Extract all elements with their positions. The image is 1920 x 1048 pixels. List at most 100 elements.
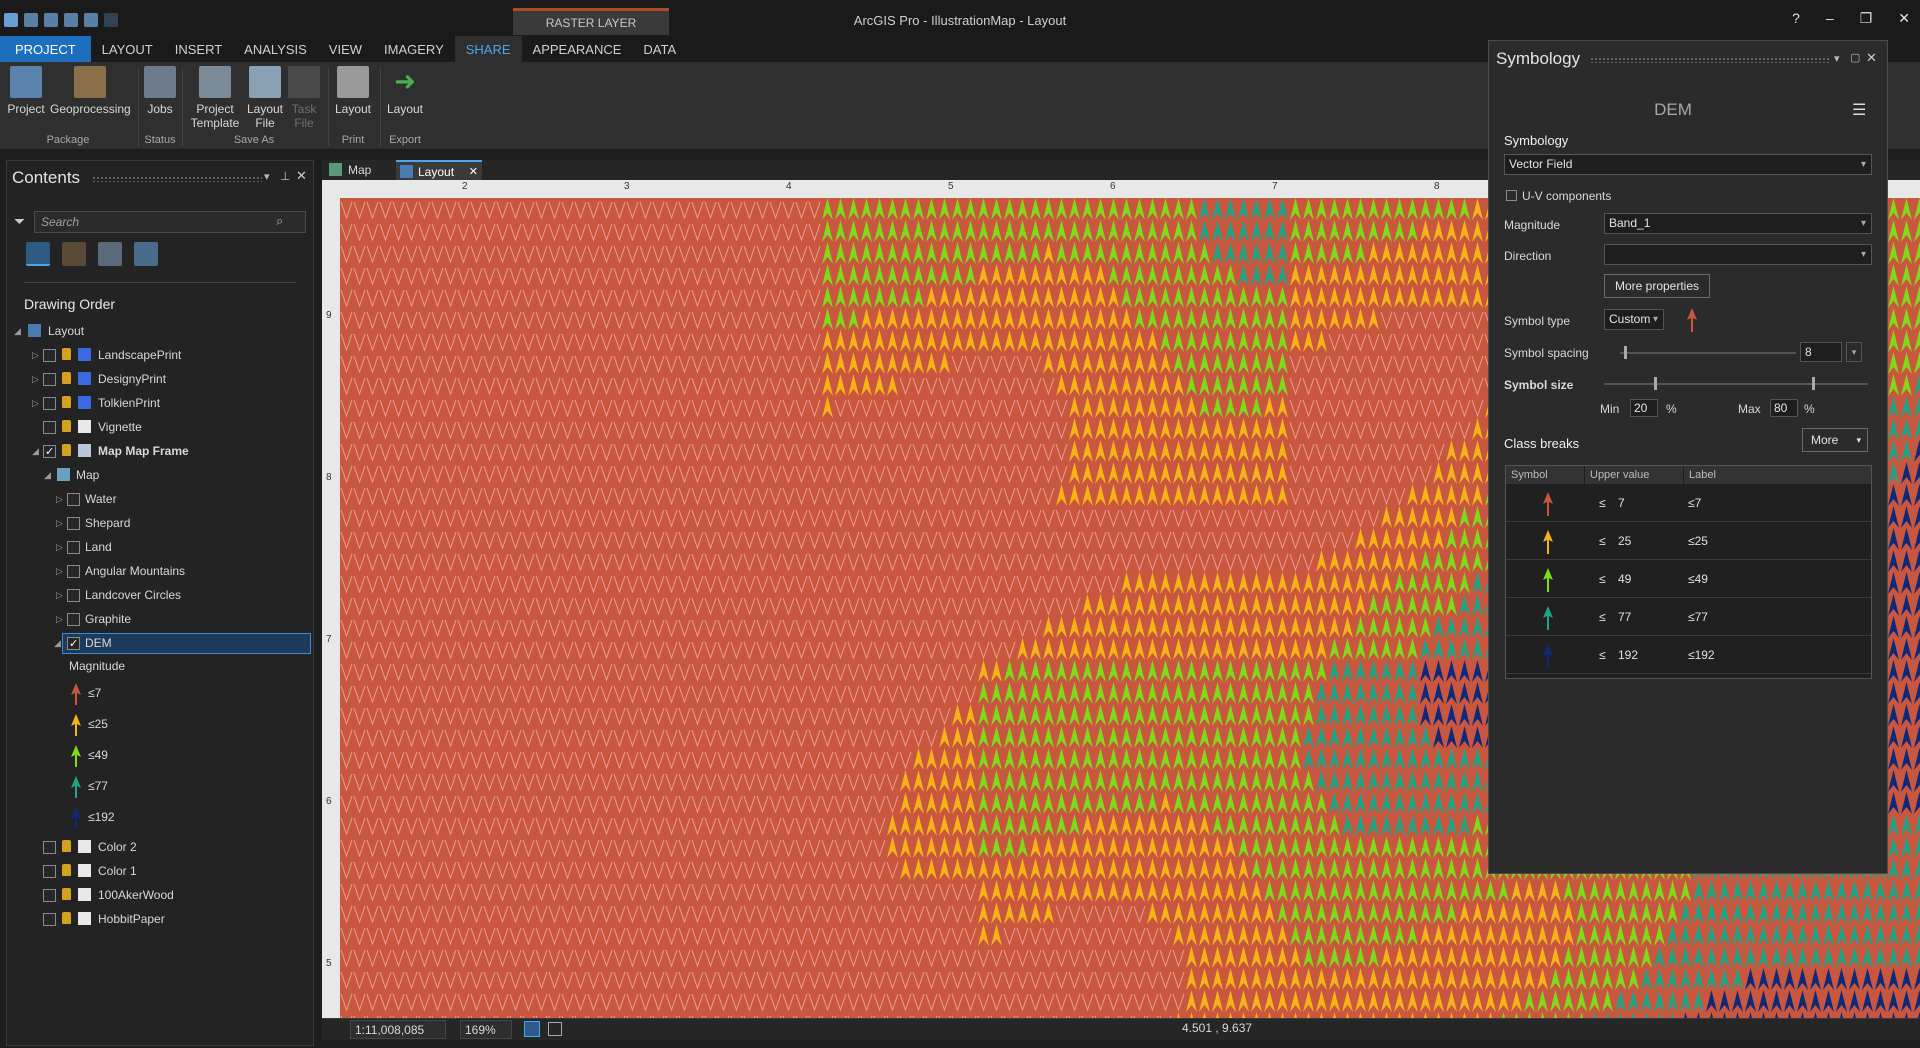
- max-size-thumb[interactable]: [1812, 377, 1815, 390]
- visibility-checkbox[interactable]: [67, 541, 80, 554]
- lock-icon[interactable]: [62, 372, 71, 384]
- magnitude-dropdown[interactable]: Band_1: [1604, 213, 1872, 234]
- tree-item[interactable]: ▷ DesignyPrint: [0, 369, 300, 389]
- table-row[interactable]: ≤ 7 ≤7: [1506, 485, 1871, 522]
- table-row[interactable]: ≤ 77 ≤77: [1506, 599, 1871, 636]
- symbol-preview-arrow-icon[interactable]: [1686, 308, 1698, 332]
- save-project-icon[interactable]: [64, 13, 78, 27]
- list-by-drawing-order-icon[interactable]: [26, 242, 50, 266]
- lock-icon[interactable]: [62, 444, 71, 456]
- tree-item[interactable]: Vignette: [0, 417, 300, 437]
- tree-item[interactable]: ▷ TolkienPrint: [0, 393, 300, 413]
- lock-icon[interactable]: [62, 396, 71, 408]
- grid-icon[interactable]: [548, 1022, 562, 1036]
- close-icon[interactable]: ✕: [1898, 10, 1910, 27]
- lock-icon[interactable]: [62, 888, 71, 900]
- tree-item[interactable]: Color 2: [0, 837, 300, 857]
- symbol-spacing-slider[interactable]: [1620, 352, 1796, 354]
- visibility-checkbox[interactable]: [43, 373, 56, 386]
- lock-icon[interactable]: [62, 420, 71, 432]
- tab-layout-view[interactable]: Layout ✕: [396, 160, 482, 180]
- jobs-button[interactable]: Jobs: [142, 66, 178, 116]
- snapping-icon[interactable]: [524, 1021, 540, 1037]
- visibility-checkbox[interactable]: [43, 889, 56, 902]
- close-pane-icon[interactable]: ✕: [296, 168, 307, 184]
- more-properties-button[interactable]: More properties: [1604, 274, 1710, 298]
- spinner-icon[interactable]: ▾: [1846, 342, 1862, 362]
- tree-item[interactable]: ▷ Graphite: [0, 609, 300, 629]
- slider-thumb[interactable]: [1623, 346, 1627, 359]
- tree-item[interactable]: ▷ LandscapePrint: [0, 345, 300, 365]
- min-size-input[interactable]: 20: [1630, 399, 1658, 417]
- maximize-pane-icon[interactable]: ▢: [1850, 51, 1860, 64]
- tab-layout[interactable]: LAYOUT: [91, 36, 164, 62]
- scale-input[interactable]: 1:11,008,085: [350, 1020, 446, 1039]
- package-geoprocessing-button[interactable]: Geoprocessing: [50, 66, 131, 116]
- visibility-checkbox[interactable]: [43, 442, 56, 462]
- arrow-symbol-icon[interactable]: [1542, 492, 1554, 516]
- new-project-icon[interactable]: [24, 13, 38, 27]
- task-file-button[interactable]: Task File: [286, 66, 322, 130]
- visibility-checkbox[interactable]: [67, 613, 80, 626]
- undo-icon[interactable]: [84, 13, 98, 27]
- lock-icon[interactable]: [62, 840, 71, 852]
- column-header[interactable]: Upper value: [1585, 466, 1683, 484]
- tree-item[interactable]: ▷ Landcover Circles: [0, 585, 300, 605]
- search-icon[interactable]: ⌕: [276, 213, 283, 229]
- tree-item[interactable]: ▷ Shepard: [0, 513, 300, 533]
- more-button[interactable]: More ▾: [1802, 428, 1868, 452]
- arrow-symbol-icon[interactable]: [1542, 644, 1554, 668]
- list-by-selection-icon[interactable]: [98, 242, 122, 266]
- open-project-icon[interactable]: [44, 13, 58, 27]
- table-row[interactable]: ≤ 192 ≤192: [1506, 637, 1871, 674]
- pane-options-icon[interactable]: ▾: [1834, 52, 1840, 65]
- renderer-dropdown[interactable]: Vector Field: [1504, 154, 1872, 175]
- visibility-checkbox[interactable]: [43, 397, 56, 410]
- min-size-thumb[interactable]: [1654, 377, 1657, 390]
- list-by-source-icon[interactable]: [62, 242, 86, 266]
- symbol-spacing-input[interactable]: 8: [1800, 342, 1842, 362]
- tree-item[interactable]: HobbitPaper: [0, 909, 300, 929]
- lock-icon[interactable]: [62, 912, 71, 924]
- close-tab-icon[interactable]: ✕: [469, 162, 478, 182]
- uv-components-checkbox[interactable]: [1506, 190, 1517, 201]
- visibility-checkbox[interactable]: [67, 634, 80, 654]
- layout-file-button[interactable]: Layout File: [244, 66, 286, 130]
- visibility-checkbox[interactable]: [43, 349, 56, 362]
- help-icon[interactable]: ?: [1792, 10, 1800, 27]
- tree-item[interactable]: ▷ Water: [0, 489, 300, 509]
- list-by-editing-icon[interactable]: [134, 242, 158, 266]
- column-header[interactable]: Symbol: [1506, 466, 1584, 484]
- tab-imagery[interactable]: IMAGERY: [373, 36, 455, 62]
- tab-project[interactable]: PROJECT: [0, 36, 91, 62]
- visibility-checkbox[interactable]: [43, 913, 56, 926]
- menu-icon[interactable]: ☰: [1852, 100, 1866, 120]
- arrow-symbol-icon[interactable]: [1542, 606, 1554, 630]
- pane-grip[interactable]: [92, 176, 262, 182]
- tab-insert[interactable]: INSERT: [164, 36, 233, 62]
- lock-icon[interactable]: [62, 864, 71, 876]
- tab-data[interactable]: DATA: [632, 36, 687, 62]
- tab-map-view[interactable]: Map: [326, 160, 396, 180]
- visibility-checkbox[interactable]: [67, 589, 80, 602]
- pane-options-icon[interactable]: ▾: [264, 170, 270, 183]
- table-row[interactable]: ≤ 25 ≤25: [1506, 523, 1871, 560]
- tree-item[interactable]: ▷ Angular Mountains: [0, 561, 300, 581]
- visibility-checkbox[interactable]: [43, 865, 56, 878]
- column-header[interactable]: Label: [1684, 466, 1871, 484]
- max-size-input[interactable]: 80: [1770, 399, 1798, 417]
- visibility-checkbox[interactable]: [67, 517, 80, 530]
- minimize-icon[interactable]: –: [1826, 10, 1834, 27]
- symbol-type-dropdown[interactable]: Custom: [1604, 309, 1664, 330]
- table-row[interactable]: ≤ 49 ≤49: [1506, 561, 1871, 598]
- redo-icon[interactable]: [104, 13, 118, 27]
- visibility-checkbox[interactable]: [43, 841, 56, 854]
- search-input[interactable]: Search: [34, 211, 306, 233]
- pin-icon[interactable]: ⊥: [280, 169, 290, 183]
- print-layout-button[interactable]: Layout: [332, 66, 374, 116]
- close-pane-icon[interactable]: ✕: [1866, 50, 1877, 66]
- tab-share[interactable]: SHARE: [454, 36, 522, 62]
- visibility-checkbox[interactable]: [67, 565, 80, 578]
- direction-dropdown[interactable]: [1604, 244, 1872, 265]
- tree-item[interactable]: Color 1: [0, 861, 300, 881]
